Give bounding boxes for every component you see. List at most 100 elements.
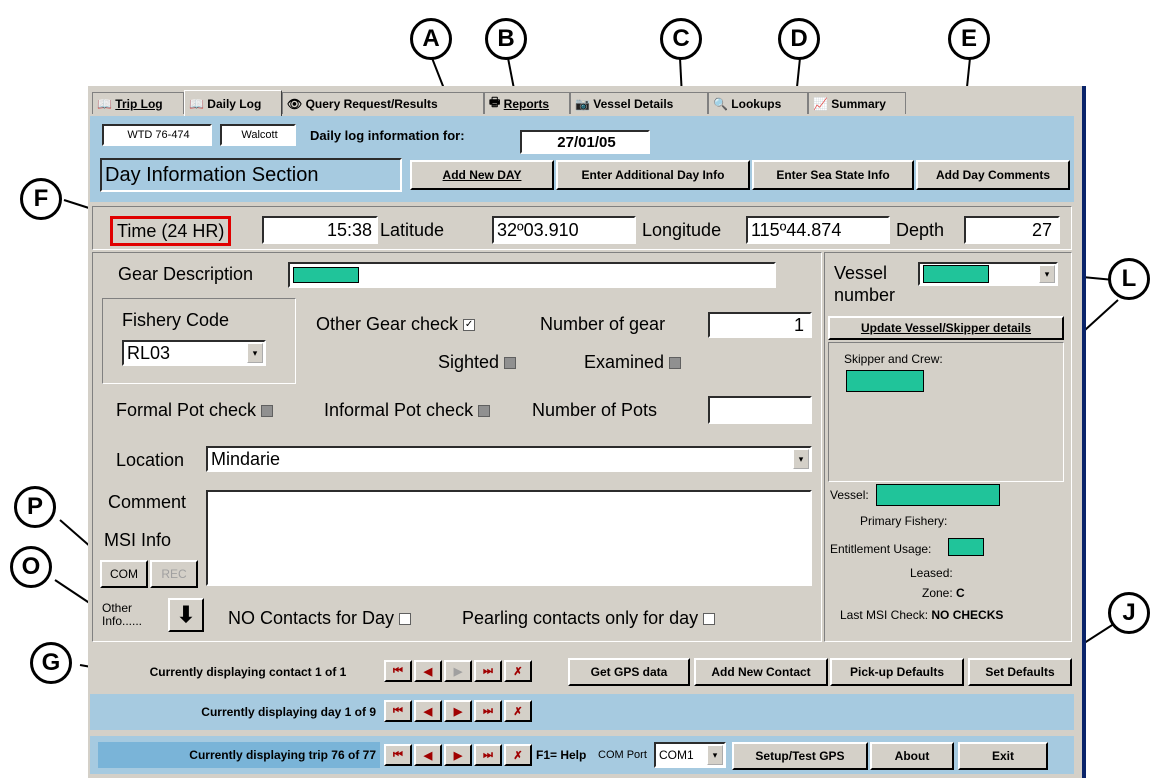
tab-vessel-details[interactable]: 📷 Vessel Details [570,92,708,114]
vessel-number-highlight [923,265,989,283]
enter-additional-day-info-button[interactable]: Enter Additional Day Info [556,160,750,190]
fishery-code-select[interactable]: RL03 ▾ [122,340,266,366]
chevron-down-icon[interactable]: ▾ [707,745,723,765]
comment-field[interactable] [206,490,812,586]
day-prev-button[interactable]: ◀ [414,700,442,722]
section-title: Day Information Section [100,158,402,192]
pearling-contacts-label: Pearling contacts only for day [462,608,716,629]
informal-pot-checkbox[interactable] [478,405,491,418]
enter-sea-state-info-button[interactable]: Enter Sea State Info [752,160,914,190]
trip-status: Currently displaying trip 76 of 77 [98,742,380,768]
setup-test-gps-button[interactable]: Setup/Test GPS [732,742,868,770]
formal-pot-check-label: Formal Pot check [116,400,274,421]
update-vessel-skipper-button[interactable]: Update Vessel/Skipper details [828,316,1064,340]
day-next-button[interactable]: ▶ [444,700,472,722]
number-of-gear-field[interactable]: 1 [708,312,812,338]
tab-reports[interactable]: 🖶 Reports [484,92,570,114]
fishery-code-label: Fishery Code [122,310,230,330]
date-field[interactable]: 27/01/05 [520,130,650,154]
trip-code-field: WTD 76-474 [102,124,212,146]
formal-pot-checkbox[interactable] [261,405,274,418]
other-gear-check-label: Other Gear check ✓ [316,314,476,334]
pearling-contacts-checkbox[interactable] [703,613,716,626]
time-field[interactable]: 15:38 [262,216,378,244]
gear-description-field[interactable] [288,262,776,288]
tab-lookups[interactable]: 🔍 Lookups [708,92,808,114]
latitude-field[interactable]: 32º03.910 [492,216,636,244]
vessel-name-label: Vessel: [830,488,869,502]
add-new-day-button[interactable]: Add New DAY [410,160,554,190]
number-of-pots-field[interactable] [708,396,812,424]
gear-description-label: Gear Description [118,264,254,284]
book-icon: 📖 [189,96,208,111]
day-status: Currently displaying day 1 of 9 [98,700,380,724]
vessel-number-select[interactable]: ▾ [918,262,1058,286]
exit-button[interactable]: Exit [958,742,1048,770]
entitlement-usage-highlight [948,538,984,556]
com-port-select[interactable]: COM1 ▾ [654,742,726,768]
examined-checkbox[interactable] [669,357,682,370]
primary-fishery-label: Primary Fishery: [860,514,948,528]
other-info-label: Other Info...... [102,601,143,628]
chevron-down-icon[interactable]: ▾ [1039,265,1055,283]
trip-name-field: Walcott [220,124,296,146]
day-delete-button[interactable]: ✗ [504,700,532,722]
printer-icon: 🖶 [489,95,504,109]
pick-up-defaults-button[interactable]: Pick-up Defaults [830,658,964,686]
tab-daily-log[interactable]: 📖 Daily Log [184,90,282,116]
no-contacts-checkbox[interactable] [399,613,412,626]
book-icon: 📖 [97,96,116,111]
other-gear-checkbox[interactable]: ✓ [463,319,476,332]
trip-first-button[interactable]: ⏮ [384,744,412,766]
tab-query-request-results[interactable]: 👁 Query Request/Results [282,92,484,114]
tab-trip-log[interactable]: 📖 Trip Log [92,92,184,114]
chevron-down-icon[interactable]: ▾ [247,343,263,363]
number-of-gear-label: Number of gear [540,314,666,334]
msi-info-label: MSI Info [104,530,172,550]
chart-icon: 📈 [813,96,832,111]
trip-last-button[interactable]: ⏭ [474,744,502,766]
vessel-name-highlight [876,484,1000,506]
sighted-checkbox[interactable] [504,357,517,370]
comment-label: Comment [108,492,187,512]
set-defaults-button[interactable]: Set Defaults [968,658,1072,686]
location-select[interactable]: Mindarie ▾ [206,446,812,472]
callout-l: L [1108,258,1150,300]
contact-last-button[interactable]: ⏭ [474,660,502,682]
add-new-contact-button[interactable]: Add New Contact [694,658,828,686]
day-first-button[interactable]: ⏮ [384,700,412,722]
about-button[interactable]: About [870,742,954,770]
get-gps-data-button[interactable]: Get GPS data [568,658,690,686]
tab-summary[interactable]: 📈 Summary [808,92,906,114]
contact-prev-button[interactable]: ◀ [414,660,442,682]
trip-delete-button[interactable]: ✗ [504,744,532,766]
daily-log-label: Daily log information for: [310,128,465,143]
callout-j: J [1108,592,1150,634]
contact-first-button[interactable]: ⏮ [384,660,412,682]
callout-b: B [485,18,527,60]
time-label: Time (24 HR) [110,216,232,246]
skipper-crew-label: Skipper and Crew: [844,352,943,366]
other-info-button[interactable]: ⬇ [168,598,204,632]
trip-prev-button[interactable]: ◀ [414,744,442,766]
gear-code-highlight [293,267,359,283]
callout-p: P [14,486,56,528]
examined-label: Examined [584,352,682,373]
depth-field[interactable]: 27 [964,216,1060,244]
msi-com-button[interactable]: COM [100,560,148,588]
callout-g: G [30,642,72,684]
trip-next-button[interactable]: ▶ [444,744,472,766]
contact-delete-button[interactable]: ✗ [504,660,532,682]
day-last-button[interactable]: ⏭ [474,700,502,722]
callout-d: D [778,18,820,60]
callout-o: O [10,546,52,588]
msi-rec-button[interactable]: REC [150,560,198,588]
location-label: Location [116,450,185,470]
add-day-comments-button[interactable]: Add Day Comments [916,160,1070,190]
entitlement-usage-label: Entitlement Usage: [830,542,932,556]
contact-next-button[interactable]: ▶ [444,660,472,682]
longitude-field[interactable]: 115º44.874 [746,216,890,244]
chevron-down-icon[interactable]: ▾ [793,449,809,469]
camera-icon: 📷 [575,96,594,111]
app-window: 📖 Trip Log 📖 Daily Log 👁 Query Request/R… [88,86,1086,778]
